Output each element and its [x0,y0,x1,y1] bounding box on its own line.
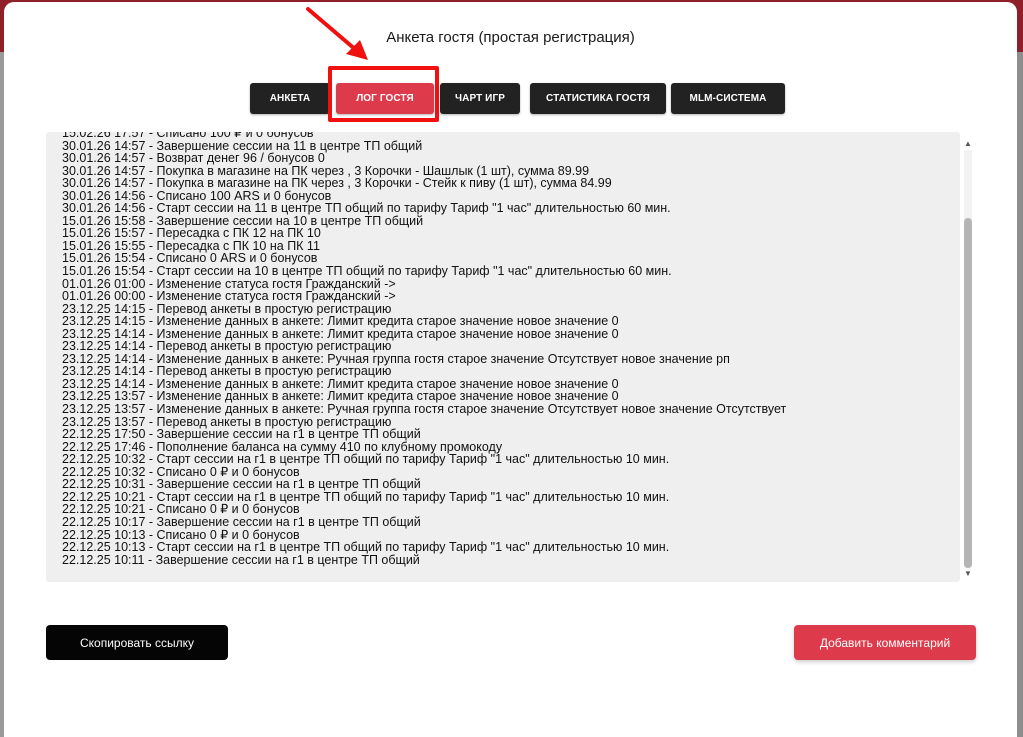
log-entry: 22.12.25 10:13 - Старт сессии на г1 в це… [62,540,670,555]
log-entry: 30.01.26 14:57 - Покупка в магазине на П… [62,176,612,191]
tab-games-chart[interactable]: ЧАРТ ИГР [440,83,520,114]
annotation-arrow-icon [306,7,368,60]
log-entry: 22.12.25 10:31 - Завершение сессии на г1… [62,477,421,492]
guest-profile-modal: Анкета гостя (простая регистрация) АНКЕТ… [4,2,1017,737]
tab-profile[interactable]: АНКЕТА [250,83,330,114]
scroll-up-arrow-icon[interactable]: ▲ [963,140,973,148]
log-entry: 23.12.25 14:14 - Перевод анкеты в просту… [62,339,392,354]
log-entry: 22.12.25 17:50 - Завершение сессии на г1… [62,427,421,442]
guest-log-panel: 15.02.26 17:57 - Списано 100 ₽ и 0 бонус… [46,132,960,582]
log-entry: 22.12.25 10:11 - Завершение сессии на г1… [62,552,420,567]
guest-log-list: 15.02.26 17:57 - Списано 100 ₽ и 0 бонус… [62,132,952,566]
log-entry: 23.12.25 13:57 - Изменение данных в анке… [62,402,787,417]
log-entry: 22.12.25 10:32 - Старт сессии на г1 в це… [62,452,670,467]
log-entry: 30.01.26 14:57 - Возврат денег 96 / бону… [62,151,325,166]
modal-title: Анкета гостя (простая регистрация) [386,29,635,46]
log-entry: 30.01.26 14:56 - Старт сессии на 11 в це… [62,201,671,216]
copy-link-button[interactable]: Скопировать ссылку [46,625,228,660]
log-entry: 22.12.25 10:17 - Завершение сессии на г1… [62,514,421,529]
scrollbar-thumb[interactable] [964,218,972,568]
annotation-highlight-box [328,66,439,122]
log-entry: 23.12.25 14:15 - Изменение данных в анке… [62,314,619,329]
scroll-down-arrow-icon[interactable]: ▼ [963,570,973,578]
tab-mlm-system[interactable]: MLM-СИСТЕМА [671,83,785,114]
log-scrollbar[interactable]: ▲ ▼ [962,138,974,580]
tab-guest-statistics[interactable]: СТАТИСТИКА ГОСТЯ [530,83,666,114]
tab-bar: АНКЕТА ЛОГ ГОСТЯ ЧАРТ ИГР СТАТИСТИКА ГОС… [4,83,1017,115]
log-entry: 01.01.26 00:00 - Изменение статуса гостя… [62,289,396,304]
add-comment-button[interactable]: Добавить комментарий [794,625,976,660]
log-entry: 15.01.26 15:54 - Старт сессии на 10 в це… [62,264,672,279]
